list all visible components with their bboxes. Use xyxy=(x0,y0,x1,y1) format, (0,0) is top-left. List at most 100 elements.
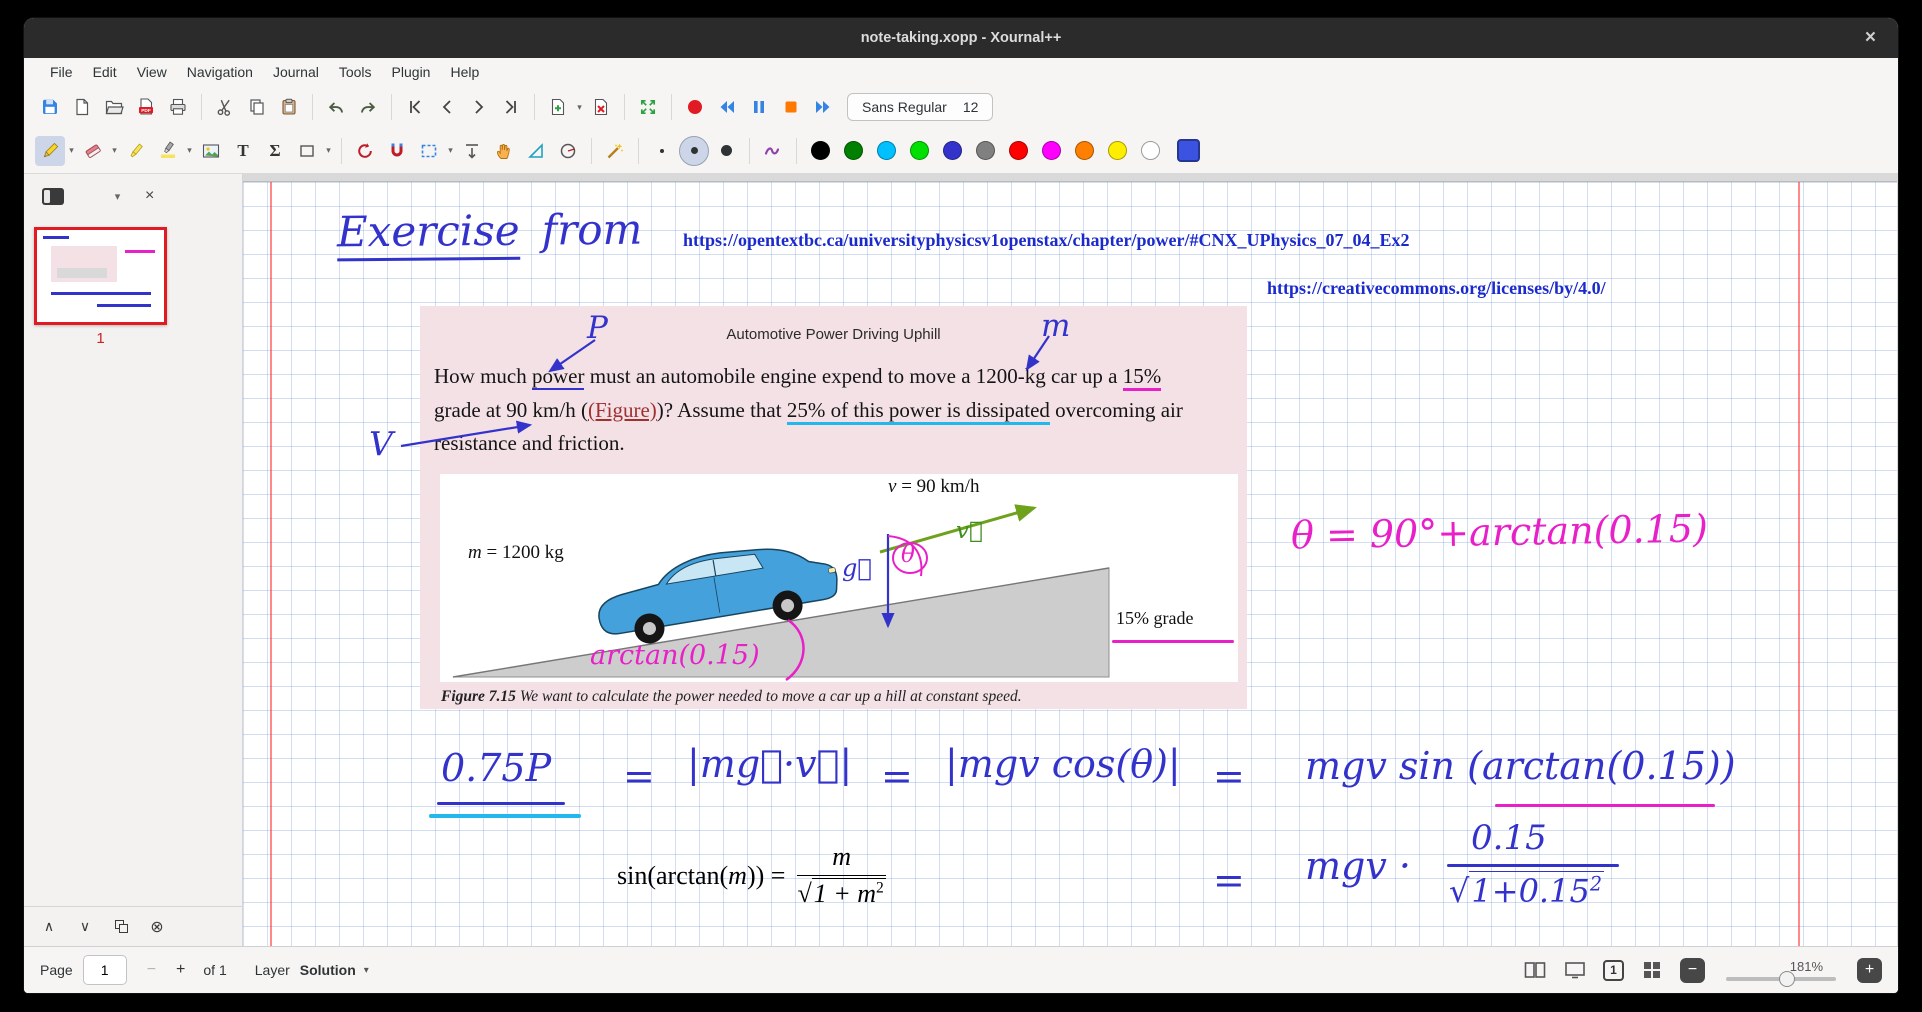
color-swatch-light-green[interactable] xyxy=(910,141,929,160)
sidebar-dropdown-chevron[interactable]: ▾ xyxy=(112,190,123,203)
menu-help[interactable]: Help xyxy=(440,61,489,83)
color-swatch-red[interactable] xyxy=(1009,141,1028,160)
page-decrement-button[interactable]: − xyxy=(137,961,166,979)
fullscreen-button[interactable] xyxy=(633,92,663,122)
zoom-slider[interactable] xyxy=(1726,977,1836,981)
pen-dropdown-chevron[interactable]: ▾ xyxy=(66,145,77,156)
delete-page-button[interactable] xyxy=(586,92,616,122)
new-page-dropdown-chevron[interactable]: ▾ xyxy=(574,102,585,113)
smooth-stroke-button[interactable] xyxy=(758,136,788,166)
magic-wand-button[interactable] xyxy=(600,136,630,166)
shape-tool-button[interactable] xyxy=(292,136,322,166)
previous-page-button[interactable] xyxy=(432,92,462,122)
ruler-tool-button[interactable] xyxy=(521,136,551,166)
hand-tool-button[interactable] xyxy=(489,136,519,166)
vertical-space-button[interactable] xyxy=(457,136,487,166)
thickness-fine-button[interactable] xyxy=(647,136,677,166)
color-swatch-orange[interactable] xyxy=(1075,141,1094,160)
titlebar[interactable]: note-taking.xopp - Xournal++ × xyxy=(24,18,1898,58)
math-tex-tool-button[interactable]: Σ xyxy=(260,136,290,166)
menu-plugin[interactable]: Plugin xyxy=(382,61,441,83)
layer-selector[interactable]: Solution xyxy=(300,962,356,978)
menu-journal[interactable]: Journal xyxy=(263,61,329,83)
export-pdf-button[interactable]: PDF xyxy=(131,92,161,122)
duplicate-page-button[interactable] xyxy=(110,916,132,938)
paste-button[interactable] xyxy=(274,92,304,122)
snapping-tool-button[interactable] xyxy=(382,136,412,166)
cut-button[interactable] xyxy=(210,92,240,122)
figure-reference-link[interactable]: (Figure) xyxy=(588,398,657,422)
select-rectangle-button[interactable] xyxy=(414,136,444,166)
menu-tools[interactable]: Tools xyxy=(329,61,382,83)
previous-thumb-button[interactable]: ∧ xyxy=(38,916,60,938)
menu-file[interactable]: File xyxy=(40,61,83,83)
dual-page-view-button[interactable] xyxy=(1523,958,1547,982)
presentation-mode-button[interactable] xyxy=(1563,958,1587,982)
link-opentextbc[interactable]: https://opentextbc.ca/universityphysicsv… xyxy=(683,230,1410,251)
color-swatch-magenta[interactable] xyxy=(1042,141,1061,160)
stop-button[interactable] xyxy=(776,92,806,122)
color-swatch-blue[interactable] xyxy=(943,141,962,160)
zoom-slider-handle[interactable] xyxy=(1779,971,1795,987)
color-swatch-yellow[interactable] xyxy=(1108,141,1127,160)
menu-edit[interactable]: Edit xyxy=(83,61,127,83)
first-page-button[interactable] xyxy=(400,92,430,122)
shape-recognizer-button[interactable] xyxy=(350,136,380,166)
rewind-button[interactable] xyxy=(712,92,742,122)
color-swatch-green[interactable] xyxy=(844,141,863,160)
select-rectangle-icon xyxy=(419,141,439,161)
grid-layout-button[interactable] xyxy=(1640,958,1664,982)
menu-view[interactable]: View xyxy=(127,61,177,83)
link-creativecommons[interactable]: https://creativecommons.org/licenses/by/… xyxy=(1267,278,1606,299)
print-button[interactable] xyxy=(163,92,193,122)
shape-dropdown-chevron[interactable]: ▾ xyxy=(323,145,334,156)
sidebar-close-button[interactable]: × xyxy=(145,187,154,205)
copy-button[interactable] xyxy=(242,92,272,122)
close-window-button[interactable]: × xyxy=(1857,18,1884,58)
insert-image-button[interactable] xyxy=(196,136,226,166)
new-document-button[interactable] xyxy=(67,92,97,122)
page-thumbnail-1[interactable] xyxy=(34,227,167,325)
page-number-input[interactable] xyxy=(83,955,127,985)
new-page-button[interactable] xyxy=(543,92,573,122)
figure-mass-label: m = 1200 kg xyxy=(468,542,564,564)
font-selector-button[interactable]: Sans Regular 12 xyxy=(847,93,993,121)
last-page-button[interactable] xyxy=(496,92,526,122)
ink-eq2-denominator: √1+0.152 xyxy=(1449,872,1604,910)
open-button[interactable] xyxy=(99,92,129,122)
color-swatch-gray[interactable] xyxy=(976,141,995,160)
eraser-dropdown-chevron[interactable]: ▾ xyxy=(109,145,120,156)
pen-tool-button[interactable] xyxy=(35,136,65,166)
menu-navigation[interactable]: Navigation xyxy=(177,61,263,83)
color-swatch-white[interactable] xyxy=(1141,141,1160,160)
sidebar-toggle-button[interactable] xyxy=(38,183,68,209)
color-swatch-black[interactable] xyxy=(811,141,830,160)
layer-dropdown-chevron[interactable]: ▾ xyxy=(364,965,369,976)
select-dropdown-chevron[interactable]: ▾ xyxy=(445,145,456,156)
color-swatch-light-blue[interactable] xyxy=(877,141,896,160)
circle-tool-button[interactable] xyxy=(553,136,583,166)
canvas-page[interactable]: Exercisefrom https://opentextbc.ca/unive… xyxy=(243,181,1897,946)
ink-eq1-term-a: |mg⃗·v⃗| xyxy=(687,742,852,786)
record-button[interactable] xyxy=(680,92,710,122)
current-color-swatch[interactable] xyxy=(1177,139,1200,162)
fast-forward-button[interactable] xyxy=(808,92,838,122)
marker-tool-button[interactable] xyxy=(153,136,183,166)
save-button[interactable] xyxy=(35,92,65,122)
text-tool-button[interactable]: T xyxy=(228,136,258,166)
single-page-layout-button[interactable]: 1 xyxy=(1603,960,1624,981)
undo-button[interactable] xyxy=(321,92,351,122)
page-increment-button[interactable]: + xyxy=(166,961,195,979)
pause-button[interactable] xyxy=(744,92,774,122)
eraser-tool-button[interactable] xyxy=(78,136,108,166)
close-preview-button[interactable]: ⊗ xyxy=(146,916,168,938)
zoom-in-button[interactable]: + xyxy=(1857,958,1882,983)
marker-dropdown-chevron[interactable]: ▾ xyxy=(184,145,195,156)
thickness-medium-button[interactable] xyxy=(679,136,709,166)
highlighter-tool-button[interactable] xyxy=(121,136,151,166)
next-thumb-button[interactable]: ∨ xyxy=(74,916,96,938)
zoom-out-button[interactable]: − xyxy=(1680,958,1705,983)
redo-button[interactable] xyxy=(353,92,383,122)
thickness-thick-button[interactable] xyxy=(711,136,741,166)
next-page-button[interactable] xyxy=(464,92,494,122)
